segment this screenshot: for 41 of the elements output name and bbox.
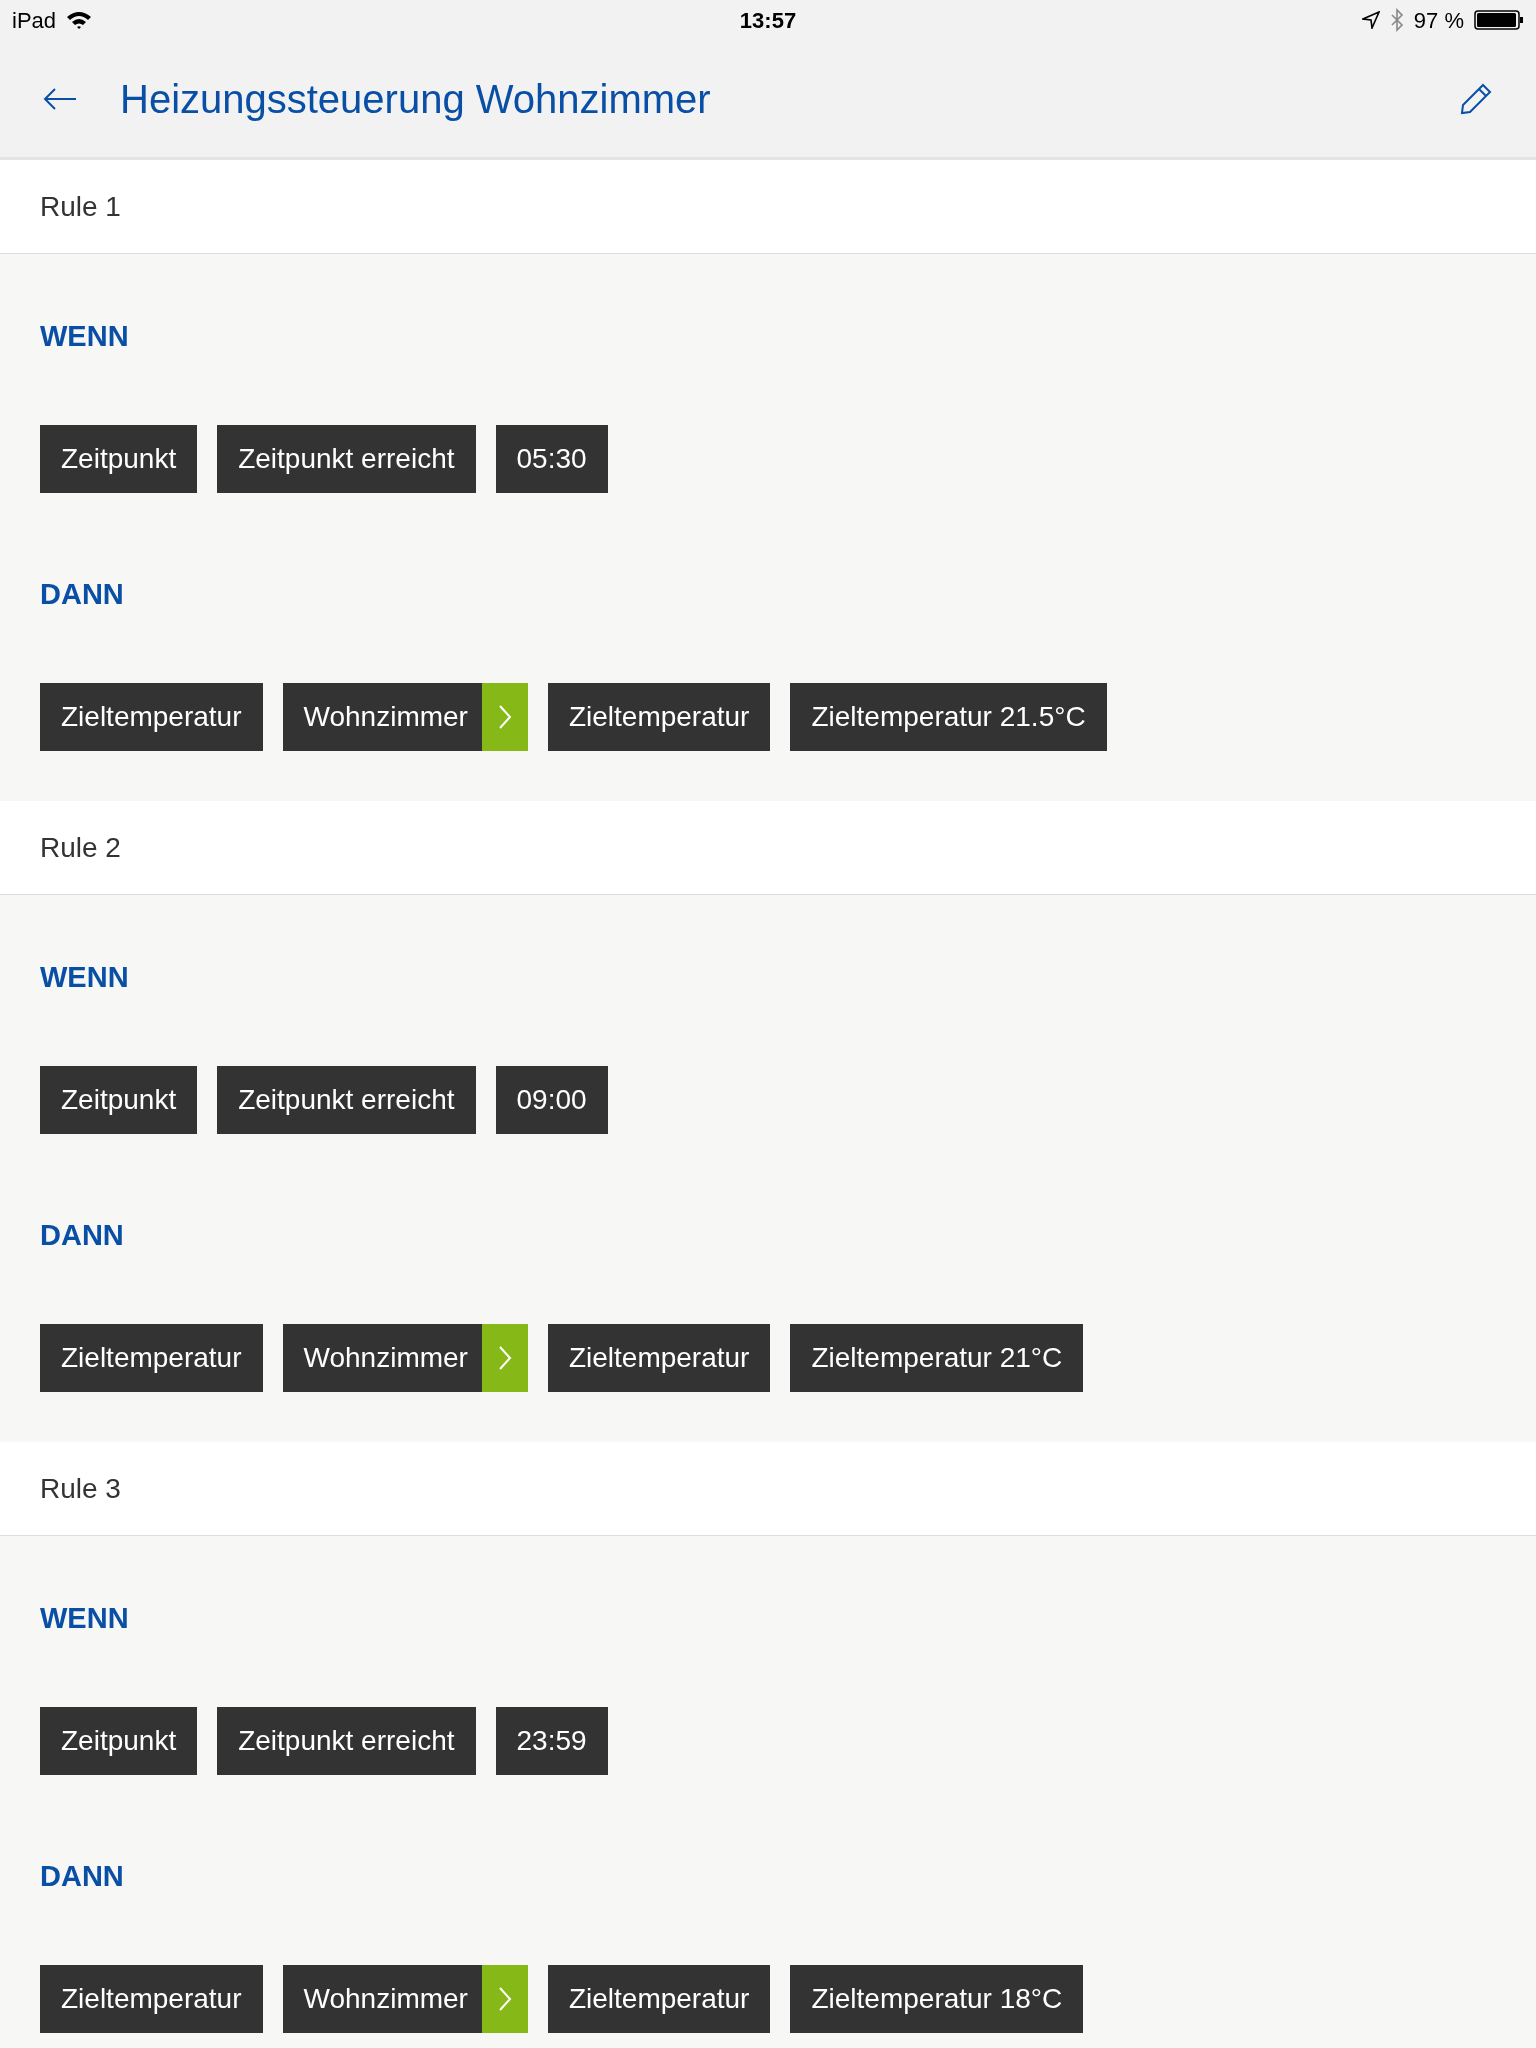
section-label: DANN bbox=[40, 1861, 124, 1891]
condition-chip: Zeitpunkt bbox=[40, 1707, 198, 1775]
condition-chip: Zieltemperatur 21.5°C bbox=[790, 683, 1107, 751]
condition-chip: Zieltemperatur bbox=[40, 683, 263, 751]
condition-chip: 09:00 bbox=[495, 1066, 608, 1134]
room-chip[interactable]: Wohnzimmer bbox=[282, 1324, 528, 1392]
condition-chip: Zeitpunkt erreicht bbox=[217, 1066, 476, 1134]
condition-chip: Zieltemperatur bbox=[547, 1324, 771, 1392]
section-label: DANN bbox=[40, 579, 124, 609]
condition-chip: Zeitpunkt bbox=[40, 1066, 198, 1134]
bluetooth-icon bbox=[1389, 8, 1404, 32]
condition-chip: Zeitpunkt erreicht bbox=[217, 1707, 476, 1775]
clock: 13:57 bbox=[739, 6, 797, 35]
page-title: Heizungssteuerung Wohnzimmer bbox=[120, 75, 711, 123]
device-name: iPad bbox=[12, 6, 57, 35]
condition-chip: Zieltemperatur bbox=[40, 1324, 263, 1392]
condition-chip: Zieltemperatur bbox=[547, 683, 771, 751]
section-label: DANN bbox=[40, 1220, 124, 1250]
battery-icon bbox=[1474, 9, 1524, 31]
condition-chip: Zieltemperatur bbox=[547, 1965, 771, 2033]
condition-chip: Zieltemperatur 21°C bbox=[790, 1324, 1084, 1392]
condition-chip: Zeitpunkt bbox=[40, 425, 198, 493]
chevron-icon bbox=[481, 1965, 528, 2033]
wifi-icon bbox=[66, 10, 93, 30]
condition-chip: 23:59 bbox=[495, 1707, 608, 1775]
condition-chip: 05:30 bbox=[495, 425, 608, 493]
location-icon bbox=[1361, 11, 1380, 29]
battery-percentage: 97 % bbox=[1413, 6, 1464, 35]
section-label: WENN bbox=[40, 1603, 129, 1633]
section-label: WENN bbox=[40, 962, 129, 992]
chevron-icon bbox=[481, 683, 528, 751]
room-chip[interactable]: Wohnzimmer bbox=[282, 1965, 528, 2033]
condition-chip: Zieltemperatur 18°C bbox=[790, 1965, 1084, 2033]
rule-name: Rule 3 bbox=[40, 1471, 121, 1506]
chevron-icon bbox=[481, 1324, 528, 1392]
condition-chip: Zeitpunkt erreicht bbox=[217, 425, 476, 493]
section-label: WENN bbox=[40, 321, 129, 351]
rule-name: Rule 1 bbox=[40, 189, 121, 224]
rule-name: Rule 2 bbox=[40, 830, 121, 865]
condition-chip: Zieltemperatur bbox=[40, 1965, 263, 2033]
room-chip[interactable]: Wohnzimmer bbox=[282, 683, 528, 751]
